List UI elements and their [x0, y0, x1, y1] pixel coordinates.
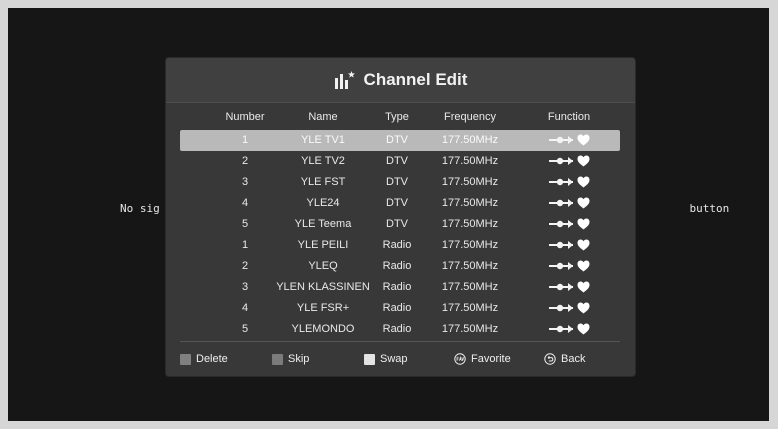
favorite-heart-icon [577, 239, 590, 251]
footer-legend: Delete Skip Swap Favorite Back [166, 349, 635, 369]
channel-frequency: 177.50MHz [441, 323, 499, 335]
channel-frequency: 177.50MHz [441, 281, 499, 293]
channel-row-2[interactable]: 2 YLE TV2 DTV 177.50MHz [180, 151, 620, 172]
channel-name: YLE FSR+ [296, 302, 350, 314]
back-action[interactable]: Back [544, 349, 585, 369]
channel-frequency: 177.50MHz [441, 239, 499, 251]
favorite-label: Favorite [471, 353, 511, 365]
channel-function-icons [549, 133, 593, 148]
channel-name: YLEMONDO [291, 323, 355, 335]
channel-frequency: 177.50MHz [441, 134, 499, 146]
delete-label: Delete [196, 353, 228, 365]
channel-frequency: 177.50MHz [441, 218, 499, 230]
delete-action[interactable]: Delete [180, 349, 228, 369]
column-header-frequency: Frequency [444, 111, 496, 123]
channel-function-icons [549, 301, 593, 316]
channel-name: YLE FST [300, 176, 346, 188]
channel-name: YLE TV2 [301, 155, 345, 167]
channel-row-8[interactable]: 3 YLEN KLASSINEN Radio 177.50MHz [180, 277, 620, 298]
channel-row-1[interactable]: 1 YLE TV1 DTV 177.50MHz [180, 130, 620, 151]
dialog-header: Channel Edit [166, 58, 635, 103]
footer-divider [180, 341, 620, 342]
channel-name: YLE PEILI [297, 239, 349, 251]
channel-function-icons [549, 322, 593, 337]
channel-frequency: 177.50MHz [441, 302, 499, 314]
move-icon [549, 304, 573, 312]
channel-function-icons [549, 154, 593, 169]
move-icon [549, 199, 573, 207]
move-icon [549, 178, 573, 186]
channel-edit-dialog: Channel Edit Number Name Type Frequency … [166, 58, 635, 376]
move-icon [549, 283, 573, 291]
color-key-icon [364, 353, 375, 365]
favorite-action[interactable]: Favorite [454, 349, 511, 369]
move-icon [549, 262, 573, 270]
move-icon [549, 220, 573, 228]
column-header-function: Function [547, 111, 591, 123]
back-label: Back [561, 353, 586, 365]
channel-row-3[interactable]: 3 YLE FST DTV 177.50MHz [180, 172, 620, 193]
channel-type: DTV [386, 134, 408, 146]
channel-function-icons [549, 280, 593, 295]
skip-label: Skip [288, 353, 310, 365]
channel-list: 1 YLE TV1 DTV 177.50MHz 2 YLE TV2 DTV 17… [166, 130, 635, 340]
favorite-heart-icon [577, 134, 590, 146]
swap-label: Swap [380, 353, 408, 365]
channel-type: Radio [382, 281, 412, 293]
channel-function-icons [549, 196, 593, 211]
swap-action[interactable]: Swap [364, 349, 408, 369]
channel-type: Radio [382, 323, 412, 335]
channel-name: YLEQ [308, 260, 338, 272]
channel-name: YLEN KLASSINEN [276, 281, 370, 293]
channel-function-icons [549, 238, 593, 253]
channel-function-icons [549, 259, 593, 274]
channel-row-10[interactable]: 5 YLEMONDO Radio 177.50MHz [180, 319, 620, 340]
favorite-heart-icon [577, 323, 590, 335]
channel-type: Radio [382, 239, 412, 251]
channel-frequency: 177.50MHz [441, 260, 499, 272]
channel-row-7[interactable]: 2 YLEQ Radio 177.50MHz [180, 256, 620, 277]
title-wrap: Channel Edit [166, 58, 635, 102]
move-icon [549, 157, 573, 165]
fav-button-icon [454, 353, 466, 365]
favorite-heart-icon [577, 218, 590, 230]
channel-name: YLE24 [306, 197, 340, 209]
channel-name: YLE TV1 [301, 134, 345, 146]
move-icon [549, 241, 573, 249]
favorite-heart-icon [577, 260, 590, 272]
color-key-icon [272, 353, 283, 365]
column-header-type: Type [385, 111, 409, 123]
channel-type: DTV [386, 197, 408, 209]
move-icon [549, 136, 573, 144]
channel-type: Radio [382, 302, 412, 314]
dialog-title: Channel Edit [363, 70, 468, 89]
back-button-icon [544, 353, 556, 365]
channel-name: YLE Teema [294, 218, 352, 230]
channel-function-icons [549, 175, 593, 190]
channel-type: Radio [382, 260, 412, 272]
channel-frequency: 177.50MHz [441, 197, 499, 209]
channel-row-5[interactable]: 5 YLE Teema DTV 177.50MHz [180, 214, 620, 235]
favorite-heart-icon [577, 197, 590, 209]
channel-type: DTV [386, 218, 408, 230]
channel-row-6[interactable]: 1 YLE PEILI Radio 177.50MHz [180, 235, 620, 256]
column-header-name: Name [308, 111, 338, 123]
channel-edit-icon [334, 71, 355, 89]
color-key-icon [180, 353, 191, 365]
channel-frequency: 177.50MHz [441, 176, 499, 188]
channel-type: DTV [386, 155, 408, 167]
favorite-heart-icon [577, 176, 590, 188]
favorite-heart-icon [577, 281, 590, 293]
favorite-heart-icon [577, 302, 590, 314]
channel-type: DTV [386, 176, 408, 188]
channel-frequency: 177.50MHz [441, 155, 499, 167]
move-icon [549, 325, 573, 333]
skip-action[interactable]: Skip [272, 349, 309, 369]
channel-row-9[interactable]: 4 YLE FSR+ Radio 177.50MHz [180, 298, 620, 319]
channel-row-4[interactable]: 4 YLE24 DTV 177.50MHz [180, 193, 620, 214]
favorite-heart-icon [577, 155, 590, 167]
channel-function-icons [549, 217, 593, 232]
tv-screen: No sig button Channel Edit Number Name T… [8, 8, 769, 421]
